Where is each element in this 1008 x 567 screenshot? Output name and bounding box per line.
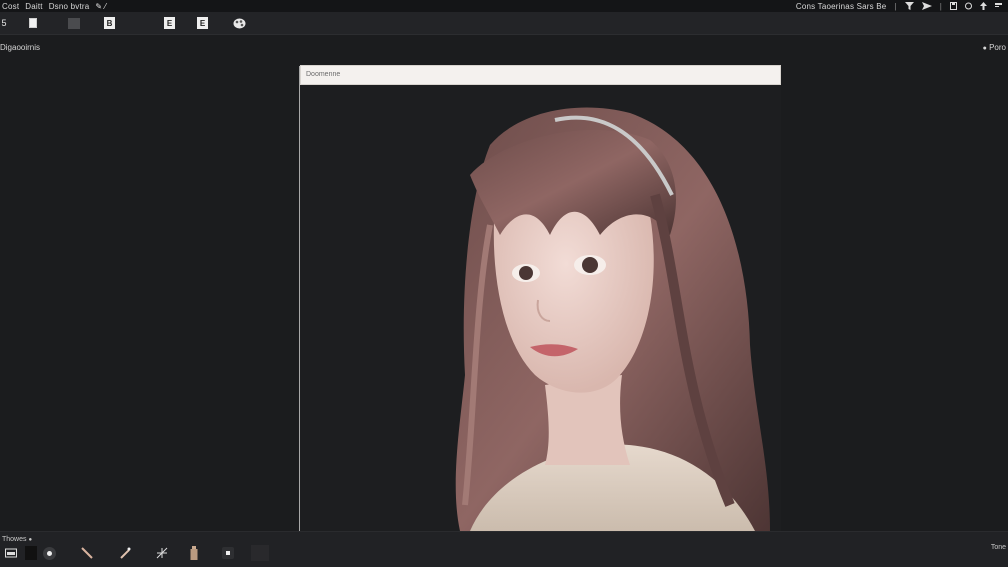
pointer-icon[interactable] xyxy=(42,544,56,562)
reset-icon[interactable] xyxy=(965,2,972,10)
bottom-right-label: Tone xyxy=(990,544,1006,551)
bottom-panel-title: Thowes ● xyxy=(2,536,33,543)
image-canvas[interactable] xyxy=(300,85,781,531)
portrait-image xyxy=(300,85,781,531)
sparkle-icon[interactable] xyxy=(154,544,170,562)
stamp-icon[interactable] xyxy=(221,544,235,562)
right-panel-title: ● Poro xyxy=(982,43,1006,52)
send-icon[interactable] xyxy=(921,2,932,10)
brush-icon[interactable] xyxy=(80,544,94,562)
menu-item-edit[interactable]: Daitt xyxy=(25,2,42,11)
menu-left: Cost Daitt Dsno bvtra ✎ ⁄ xyxy=(0,2,106,11)
menu-right: Cons Taoerinas Sars Be | | xyxy=(796,2,1008,11)
pen-icon[interactable] xyxy=(118,544,132,562)
menu-separator-2: | xyxy=(939,1,942,11)
menu-icon[interactable] xyxy=(995,2,1002,10)
menu-item-file[interactable]: Cost xyxy=(2,2,19,11)
bottom-toolbar: Thowes ● Tone xyxy=(0,531,1008,567)
quick-edit-icon[interactable]: ✎ ⁄ xyxy=(95,2,106,11)
left-panel-title: Digaooirnis xyxy=(0,43,41,52)
menu-bar: Cost Daitt Dsno bvtra ✎ ⁄ Cons Taoerinas… xyxy=(0,0,1008,12)
menu-item-view[interactable]: Dsno bvtra xyxy=(49,2,90,11)
swatch-icon[interactable] xyxy=(67,17,81,29)
photo-editor-window: Cost Daitt Dsno bvtra ✎ ⁄ Cons Taoerinas… xyxy=(0,0,1008,567)
media-icon[interactable] xyxy=(4,544,18,562)
menu-separator: | xyxy=(894,1,897,11)
menu-right-text[interactable]: Cons Taoerinas Sars Be xyxy=(796,2,887,11)
upload-icon[interactable] xyxy=(980,2,987,10)
blank-swatch-icon[interactable] xyxy=(250,544,270,562)
tool-doc-e1[interactable]: E xyxy=(164,17,175,29)
toolbar: 5 B E E xyxy=(0,12,1008,35)
tool-5[interactable]: 5 xyxy=(0,17,8,29)
layer-icon[interactable] xyxy=(28,17,38,29)
tool-doc-b[interactable]: B xyxy=(104,17,115,29)
bullet-icon: ● xyxy=(982,45,987,52)
filter-icon[interactable] xyxy=(904,2,914,10)
tool-doc-e2[interactable]: E xyxy=(197,17,208,29)
canvas-title-bar[interactable]: Doomenne xyxy=(300,65,781,85)
bottle-icon[interactable] xyxy=(188,544,200,562)
save-icon[interactable] xyxy=(950,2,957,10)
palette-icon[interactable] xyxy=(232,17,246,29)
dark-swatch-icon[interactable] xyxy=(24,544,38,562)
